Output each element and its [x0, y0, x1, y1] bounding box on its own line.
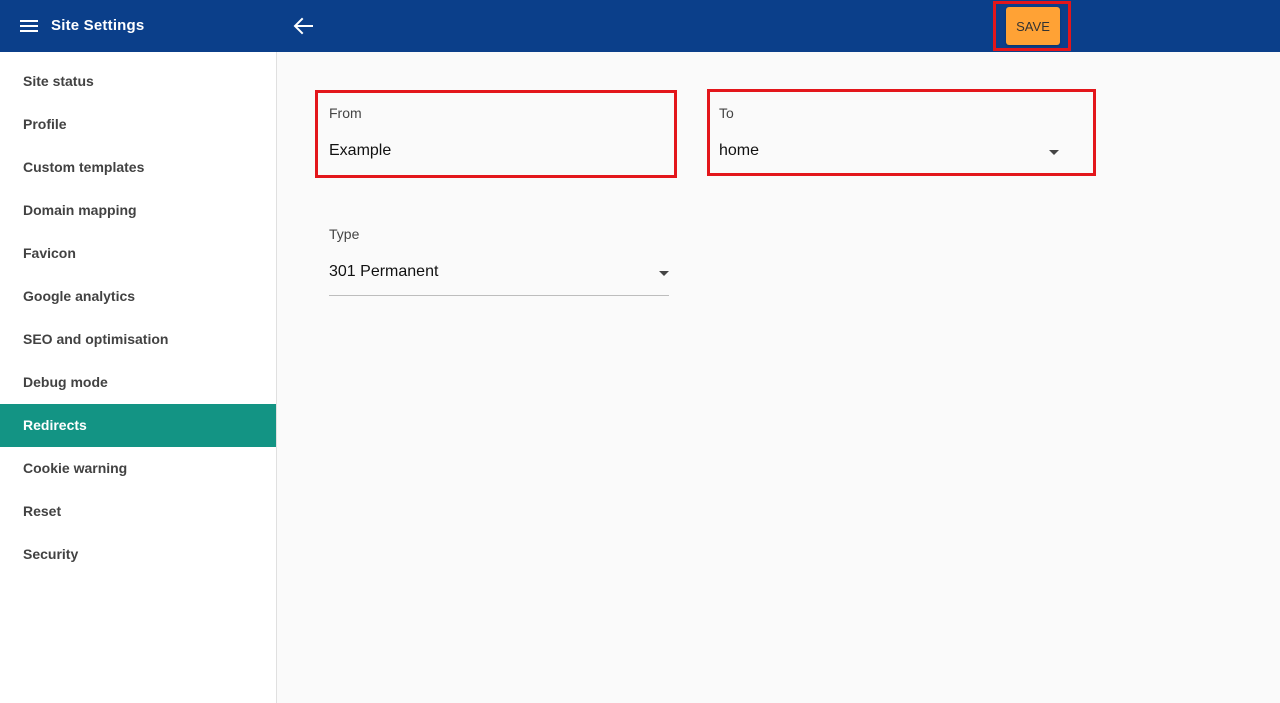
- sidebar-item-site-status[interactable]: Site status: [0, 60, 276, 103]
- sidebar-item-favicon[interactable]: Favicon: [0, 232, 276, 275]
- from-field-label: From: [329, 105, 362, 121]
- hamburger-menu-icon[interactable]: [20, 17, 38, 35]
- sidebar-item-debug-mode[interactable]: Debug mode: [0, 361, 276, 404]
- type-field-label: Type: [329, 226, 360, 242]
- save-button[interactable]: SAVE: [1006, 7, 1060, 45]
- type-field-value[interactable]: 301 Permanent: [329, 263, 438, 281]
- to-field-value[interactable]: home: [719, 142, 759, 160]
- to-select[interactable]: To home: [719, 100, 1064, 170]
- type-field-underline: [329, 295, 669, 296]
- sidebar-item-redirects[interactable]: Redirects: [0, 404, 276, 447]
- sidebar-item-security[interactable]: Security: [0, 533, 276, 576]
- type-select[interactable]: Type 301 Permanent: [329, 221, 669, 296]
- sidebar-item-seo[interactable]: SEO and optimisation: [0, 318, 276, 361]
- sidebar-item-profile[interactable]: Profile: [0, 103, 276, 146]
- to-field-label: To: [719, 105, 734, 121]
- sidebar-item-cookie-warning[interactable]: Cookie warning: [0, 447, 276, 490]
- settings-sidebar: Site status Profile Custom templates Dom…: [0, 52, 277, 703]
- sidebar-item-reset[interactable]: Reset: [0, 490, 276, 533]
- sidebar-item-google-analytics[interactable]: Google analytics: [0, 275, 276, 318]
- from-field-value[interactable]: Example: [329, 142, 391, 160]
- arrow-left-icon[interactable]: [292, 16, 314, 36]
- from-field[interactable]: From Example: [329, 100, 669, 170]
- top-app-bar: Site Settings SAVE: [0, 0, 1280, 52]
- caret-down-icon[interactable]: [659, 271, 669, 276]
- sidebar-item-domain-mapping[interactable]: Domain mapping: [0, 189, 276, 232]
- sidebar-item-custom-templates[interactable]: Custom templates: [0, 146, 276, 189]
- app-title: Site Settings: [51, 17, 145, 34]
- caret-down-icon[interactable]: [1049, 150, 1059, 155]
